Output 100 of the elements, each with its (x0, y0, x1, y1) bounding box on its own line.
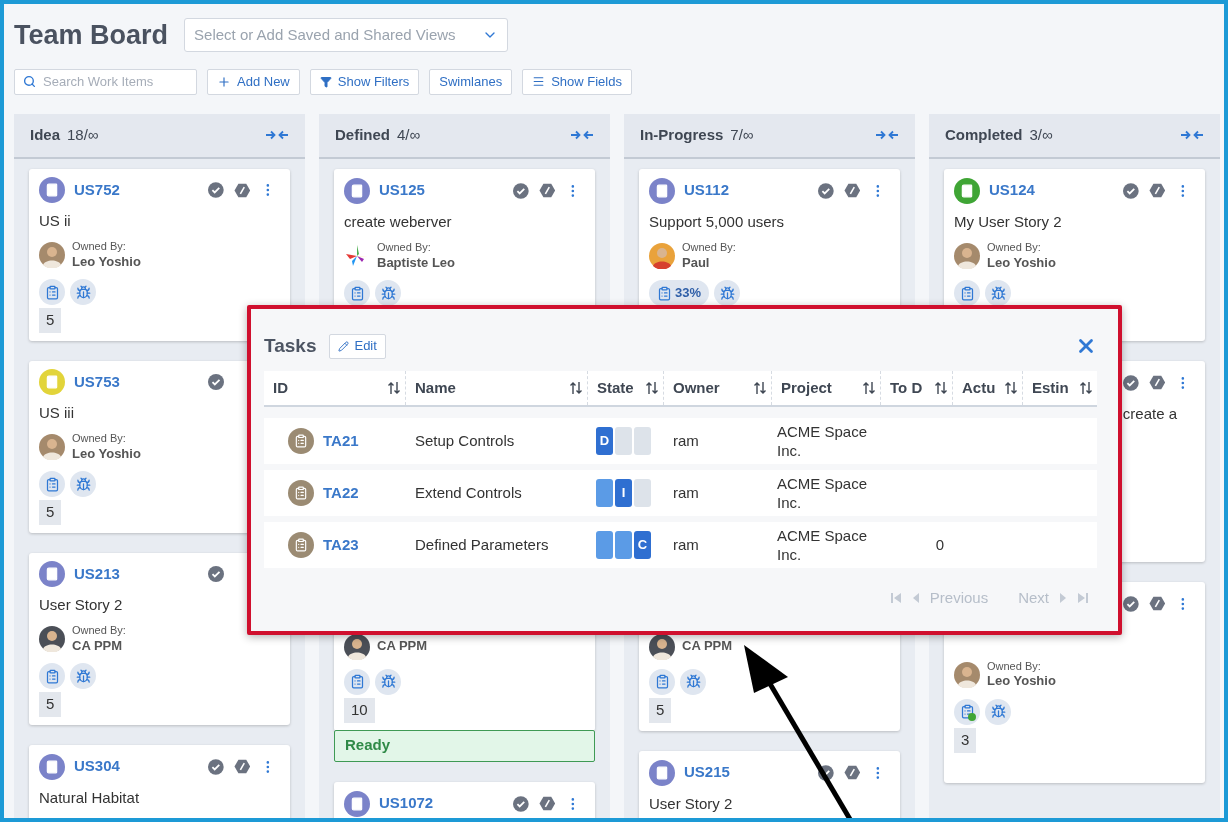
check-icon[interactable] (818, 764, 834, 781)
toolbar-button[interactable]: Show Fields (522, 68, 632, 95)
story-id-link[interactable]: US753 (74, 370, 120, 394)
column-header[interactable]: Project (771, 371, 880, 405)
task-owner: ram (673, 536, 699, 553)
story-id-link[interactable]: US213 (74, 562, 120, 586)
tag-icon[interactable] (233, 182, 251, 198)
sort-icon[interactable] (569, 381, 583, 395)
tag-icon[interactable] (538, 796, 556, 811)
tag-icon[interactable] (1148, 375, 1166, 390)
check-icon[interactable] (513, 795, 529, 812)
story-card[interactable]: US215 User Story 2 (639, 750, 900, 818)
defects-badge[interactable] (70, 279, 96, 306)
collapse-icon[interactable] (265, 129, 289, 141)
column-title: Idea (30, 124, 60, 145)
sort-icon[interactable] (1079, 381, 1093, 395)
story-card[interactable]: US213 User Story 2 Owned By: CA PPM 5 (29, 552, 290, 725)
task-row[interactable]: TA21 Setup Controls D ram ACME Space Inc. (264, 418, 1097, 464)
tasks-badge[interactable] (344, 668, 370, 695)
tag-icon[interactable] (843, 765, 861, 780)
defects-badge[interactable] (714, 280, 741, 306)
tasks-badge[interactable] (39, 471, 65, 498)
story-id-link[interactable]: US125 (379, 179, 425, 202)
tag-icon[interactable] (538, 183, 556, 198)
check-icon[interactable] (1123, 595, 1139, 612)
tag-icon[interactable] (1148, 183, 1166, 198)
sort-icon[interactable] (645, 381, 659, 395)
defects-badge[interactable] (985, 280, 1011, 306)
story-id-link[interactable]: US304 (74, 755, 120, 778)
tag-icon[interactable] (1148, 596, 1166, 611)
sort-icon[interactable] (1004, 381, 1018, 395)
tasks-badge[interactable] (39, 663, 65, 690)
owner-name: Leo Yoshio (987, 673, 1056, 690)
check-icon[interactable] (818, 182, 834, 199)
task-id-link[interactable]: TA23 (323, 533, 359, 557)
edit-button[interactable]: Edit (329, 333, 386, 359)
column-header[interactable]: Actu (952, 371, 1022, 405)
state-letter: I (621, 484, 626, 503)
defects-badge[interactable] (70, 471, 96, 498)
list-icon (532, 75, 546, 88)
filter-icon (319, 75, 332, 88)
sort-icon[interactable] (753, 381, 767, 395)
check-icon[interactable] (208, 566, 224, 583)
tasks-badge[interactable] (954, 280, 980, 306)
defects-badge[interactable] (375, 280, 401, 306)
tasks-done-badge[interactable] (954, 698, 980, 725)
story-id-link[interactable]: US124 (989, 179, 1035, 202)
tasks-badge[interactable] (649, 668, 675, 695)
tasks-badge[interactable] (39, 279, 65, 306)
toolbar-button[interactable]: Show Filters (309, 68, 420, 95)
story-title: create a (1121, 403, 1178, 424)
check-icon[interactable] (208, 758, 224, 775)
collapse-icon[interactable] (875, 129, 899, 141)
story-id-link[interactable]: US215 (684, 761, 730, 784)
check-icon[interactable] (208, 182, 224, 199)
tasks-progress-badge[interactable]: 33% (649, 280, 710, 306)
story-id-link[interactable]: US112 (684, 179, 730, 202)
defects-badge[interactable] (985, 698, 1011, 725)
tasks-badge[interactable] (344, 280, 370, 306)
column-header[interactable]: Name (405, 371, 587, 405)
collapse-icon[interactable] (570, 129, 594, 141)
story-id-link[interactable]: US752 (74, 178, 120, 202)
points-label: 5 (649, 697, 672, 723)
column-count: 18/∞ (67, 124, 99, 145)
search-field[interactable]: Search Work Items (14, 68, 197, 95)
task-id-link[interactable]: TA22 (323, 481, 359, 505)
sort-icon[interactable] (934, 381, 948, 395)
defects-badge[interactable] (680, 668, 706, 695)
check-icon[interactable] (208, 374, 224, 391)
task-name: Defined Parameters (415, 536, 549, 553)
story-card[interactable]: US1072 (334, 781, 595, 818)
defects-badge[interactable] (70, 663, 96, 690)
tag-icon[interactable] (843, 183, 861, 198)
task-id-link[interactable]: TA21 (323, 429, 359, 453)
tag-icon[interactable] (233, 759, 251, 774)
defects-badge[interactable] (375, 668, 401, 695)
check-icon[interactable] (1123, 374, 1139, 391)
column-header[interactable]: Estin (1022, 371, 1097, 405)
column-title: Completed (945, 124, 1023, 145)
toolbar-button[interactable]: Swimlanes (429, 68, 513, 95)
sort-icon[interactable] (862, 381, 876, 395)
task-row[interactable]: TA23 Defined Parameters C ram ACME Space Inc. 0 (264, 522, 1097, 568)
task-project: ACME Space Inc. (777, 474, 869, 512)
story-card[interactable]: US304 Natural Habitat (29, 744, 290, 818)
column-count: 7/∞ (730, 124, 754, 145)
column-count: 4/∞ (397, 124, 421, 145)
column-header[interactable]: Owner (663, 371, 771, 405)
sort-icon[interactable] (387, 381, 401, 395)
story-title: US iii (39, 402, 75, 423)
story-id-link[interactable]: US1072 (379, 792, 434, 815)
task-icon (288, 480, 314, 506)
column-count: 3/∞ (1029, 124, 1053, 145)
column-header[interactable]: State (587, 371, 663, 405)
toolbar-button[interactable]: Add New (207, 68, 300, 95)
task-row[interactable]: TA22 Extend Controls I ram ACME Space Inc. (264, 470, 1097, 516)
check-icon[interactable] (1123, 182, 1139, 199)
collapse-icon[interactable] (1180, 129, 1204, 141)
column-header[interactable]: To D (880, 371, 952, 405)
check-icon[interactable] (513, 182, 529, 199)
owner-label: Owned By: (72, 240, 127, 254)
